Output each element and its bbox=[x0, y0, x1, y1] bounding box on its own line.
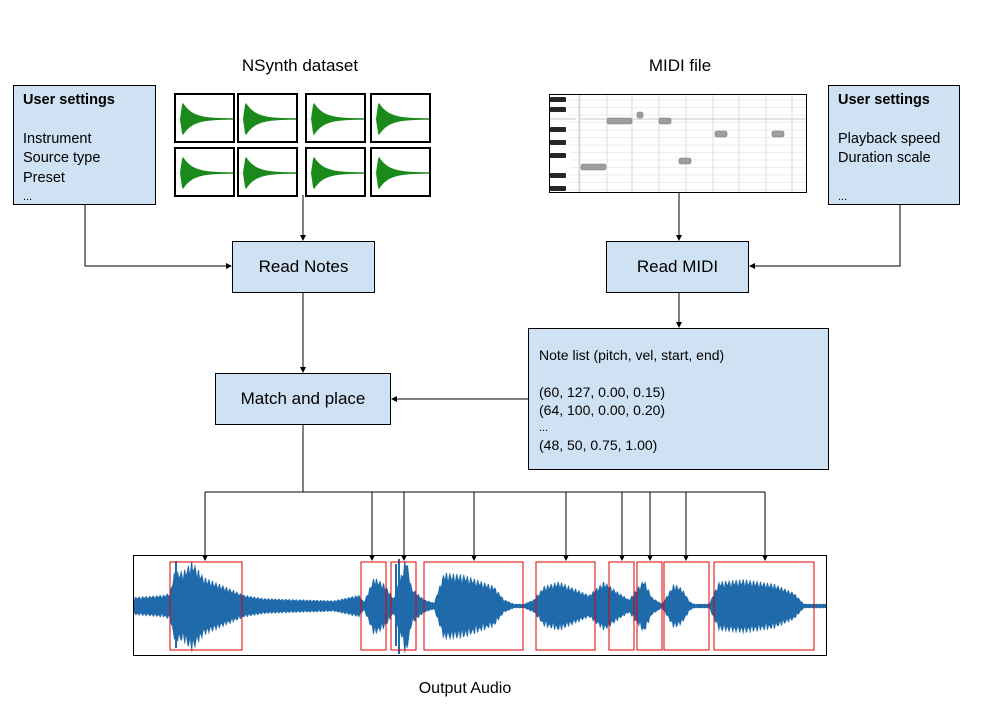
midi-file-title: MIDI file bbox=[648, 56, 712, 75]
match-and-place-label: Match and place bbox=[240, 389, 366, 408]
read-notes-box: Read Notes bbox=[232, 241, 375, 293]
piano-black-key bbox=[550, 186, 566, 191]
audio-waveform bbox=[134, 559, 826, 654]
output-audio-waveform bbox=[133, 555, 827, 656]
nsynth-sample-thumbnail bbox=[174, 93, 235, 143]
nsynth-sample-thumbnail bbox=[174, 147, 235, 197]
midi-piano-roll bbox=[549, 94, 807, 193]
midi-note bbox=[658, 117, 672, 125]
decaying-waveform-icon bbox=[307, 156, 364, 190]
read-notes-label: Read Notes bbox=[258, 257, 349, 276]
decaying-waveform-icon bbox=[239, 156, 296, 190]
midi-note bbox=[606, 117, 633, 125]
midi-note bbox=[714, 130, 728, 138]
nsynth-sample-thumbnail bbox=[237, 93, 298, 143]
left-settings-item: ... bbox=[23, 191, 33, 203]
midi-note bbox=[771, 130, 785, 138]
output-waveform-graphic bbox=[134, 559, 826, 654]
note-list-row: ... bbox=[539, 421, 549, 434]
left-settings-heading: User settings bbox=[23, 92, 115, 108]
decaying-waveform-icon bbox=[239, 102, 296, 136]
left-settings-item: Preset bbox=[23, 169, 65, 186]
right-settings-item bbox=[838, 169, 959, 189]
connector-arrow bbox=[749, 205, 901, 269]
decaying-waveform-icon bbox=[176, 102, 233, 136]
decaying-waveform-icon bbox=[176, 156, 233, 190]
piano-black-key bbox=[550, 140, 566, 145]
piano-roll-graphic bbox=[550, 95, 806, 192]
midi-note bbox=[636, 111, 644, 119]
right-settings-item: ... bbox=[838, 191, 848, 203]
right-user-settings-box: User settings Playback speed Duration sc… bbox=[828, 85, 960, 205]
piano-black-key bbox=[550, 173, 566, 178]
decaying-waveform-icon bbox=[372, 156, 429, 190]
right-settings-item: Duration scale bbox=[838, 150, 931, 166]
nsynth-sample-thumbnail bbox=[370, 93, 431, 143]
right-settings-heading: User settings bbox=[838, 92, 930, 108]
nsynth-dataset-title: NSynth dataset bbox=[241, 56, 359, 75]
note-list-row: (64, 100, 0.00, 0.20) bbox=[539, 402, 666, 418]
midi-note bbox=[580, 163, 607, 171]
note-list-header: Note list (pitch, vel, start, end) bbox=[539, 347, 725, 363]
nsynth-sample-thumbnail bbox=[237, 147, 298, 197]
nsynth-sample-thumbnail bbox=[370, 147, 431, 197]
left-settings-item: Instrument bbox=[23, 130, 92, 147]
piano-black-key bbox=[550, 107, 566, 112]
note-list-box: Note list (pitch, vel, start, end) (60, … bbox=[528, 328, 829, 470]
left-user-settings-box: User settings Instrument Source type Pre… bbox=[13, 85, 156, 205]
piano-black-key bbox=[550, 153, 566, 158]
read-midi-label: Read MIDI bbox=[636, 257, 719, 276]
piano-black-key bbox=[550, 97, 566, 102]
match-and-place-box: Match and place bbox=[215, 373, 391, 425]
nsynth-sample-thumbnail bbox=[305, 93, 366, 143]
piano-black-key bbox=[550, 127, 566, 132]
note-list-row: (60, 127, 0.00, 0.15) bbox=[539, 383, 666, 400]
nsynth-sample-thumbnail bbox=[305, 147, 366, 197]
connector-arrow bbox=[84, 205, 232, 269]
midi-note bbox=[678, 157, 692, 165]
decaying-waveform-icon bbox=[372, 102, 429, 136]
right-settings-item: Playback speed bbox=[838, 130, 941, 147]
note-list-row: (48, 50, 0.75, 1.00) bbox=[539, 436, 658, 453]
left-settings-item: Source type bbox=[23, 150, 101, 166]
read-midi-box: Read MIDI bbox=[606, 241, 749, 293]
output-audio-title: Output Audio bbox=[418, 680, 512, 697]
decaying-waveform-icon bbox=[307, 102, 364, 136]
